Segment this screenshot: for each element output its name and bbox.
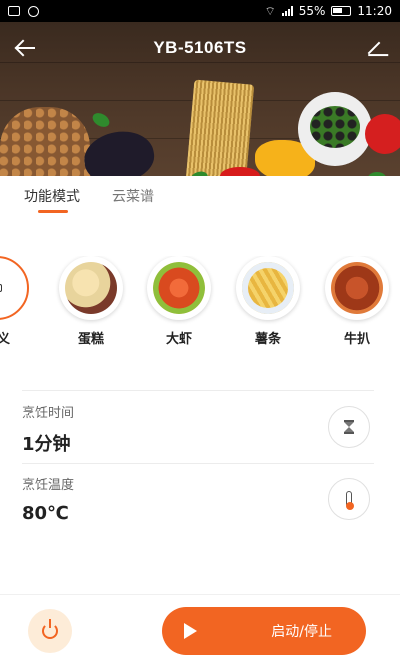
cook-temp-value: 80℃	[22, 503, 69, 524]
mode-shrimp[interactable]: 大虾	[144, 256, 214, 347]
status-bar: ⌔ 55% 11:20	[0, 0, 400, 22]
hourglass-icon	[344, 420, 354, 434]
pencil-icon	[367, 41, 381, 55]
mode-custom[interactable]: 定义	[0, 256, 32, 347]
edit-button[interactable]	[348, 22, 400, 74]
power-icon	[42, 619, 58, 639]
wifi-icon: ⌔	[264, 3, 276, 18]
page-title: YB-5106TS	[153, 38, 247, 57]
thermometer-icon	[346, 491, 354, 510]
back-button[interactable]	[0, 22, 52, 74]
mode-fries[interactable]: 薯条	[233, 256, 303, 347]
tab-cloud-recipes[interactable]: 云菜谱	[112, 186, 154, 206]
gallery-notification-icon	[8, 6, 20, 16]
start-stop-label: 启动/停止	[271, 624, 332, 640]
cook-time-label: 烹饪时间	[22, 406, 75, 421]
start-stop-button[interactable]: 启动/停止	[162, 607, 366, 655]
divider	[22, 463, 374, 464]
clock: 11:20	[357, 4, 392, 18]
shrimp-icon	[153, 262, 205, 314]
mode-label: 定义	[0, 332, 10, 347]
power-button[interactable]	[28, 609, 72, 653]
battery-icon	[331, 6, 352, 16]
mode-steak-circle	[325, 256, 389, 320]
mode-label: 薯条	[254, 332, 281, 347]
tab-bar: 功能模式 云菜谱	[0, 176, 400, 216]
mode-label: 大虾	[165, 332, 192, 347]
back-arrow-icon	[17, 47, 35, 49]
cook-time-value: 1分钟	[22, 434, 71, 455]
mode-shrimp-circle	[147, 256, 211, 320]
mode-label: 蛋糕	[77, 332, 104, 347]
signal-icon	[281, 6, 293, 16]
cook-temp-button[interactable]	[328, 478, 370, 520]
fries-icon	[242, 262, 294, 314]
mode-fries-circle	[236, 256, 300, 320]
cake-icon	[65, 262, 117, 314]
custom-icon	[0, 284, 2, 292]
play-icon	[184, 623, 197, 639]
mode-label: 牛扒	[343, 332, 370, 347]
battery-percent: 55%	[298, 4, 326, 18]
cook-time-button[interactable]	[328, 406, 370, 448]
mode-steak[interactable]: 牛扒	[322, 256, 392, 347]
top-bar: YB-5106TS	[0, 22, 400, 74]
mode-cake-circle	[59, 256, 123, 320]
mode-custom-circle	[0, 256, 29, 320]
app-notification-icon	[28, 5, 39, 17]
steak-icon	[331, 262, 383, 314]
divider	[22, 390, 374, 391]
mode-cake[interactable]: 蛋糕	[56, 256, 126, 347]
mode-carousel[interactable]: 定义 蛋糕 大虾 薯条 牛扒	[0, 256, 400, 356]
bottom-bar: 启动/停止	[0, 594, 400, 666]
tab-function-mode[interactable]: 功能模式	[24, 186, 80, 213]
cook-temp-label: 烹饪温度	[22, 478, 75, 493]
